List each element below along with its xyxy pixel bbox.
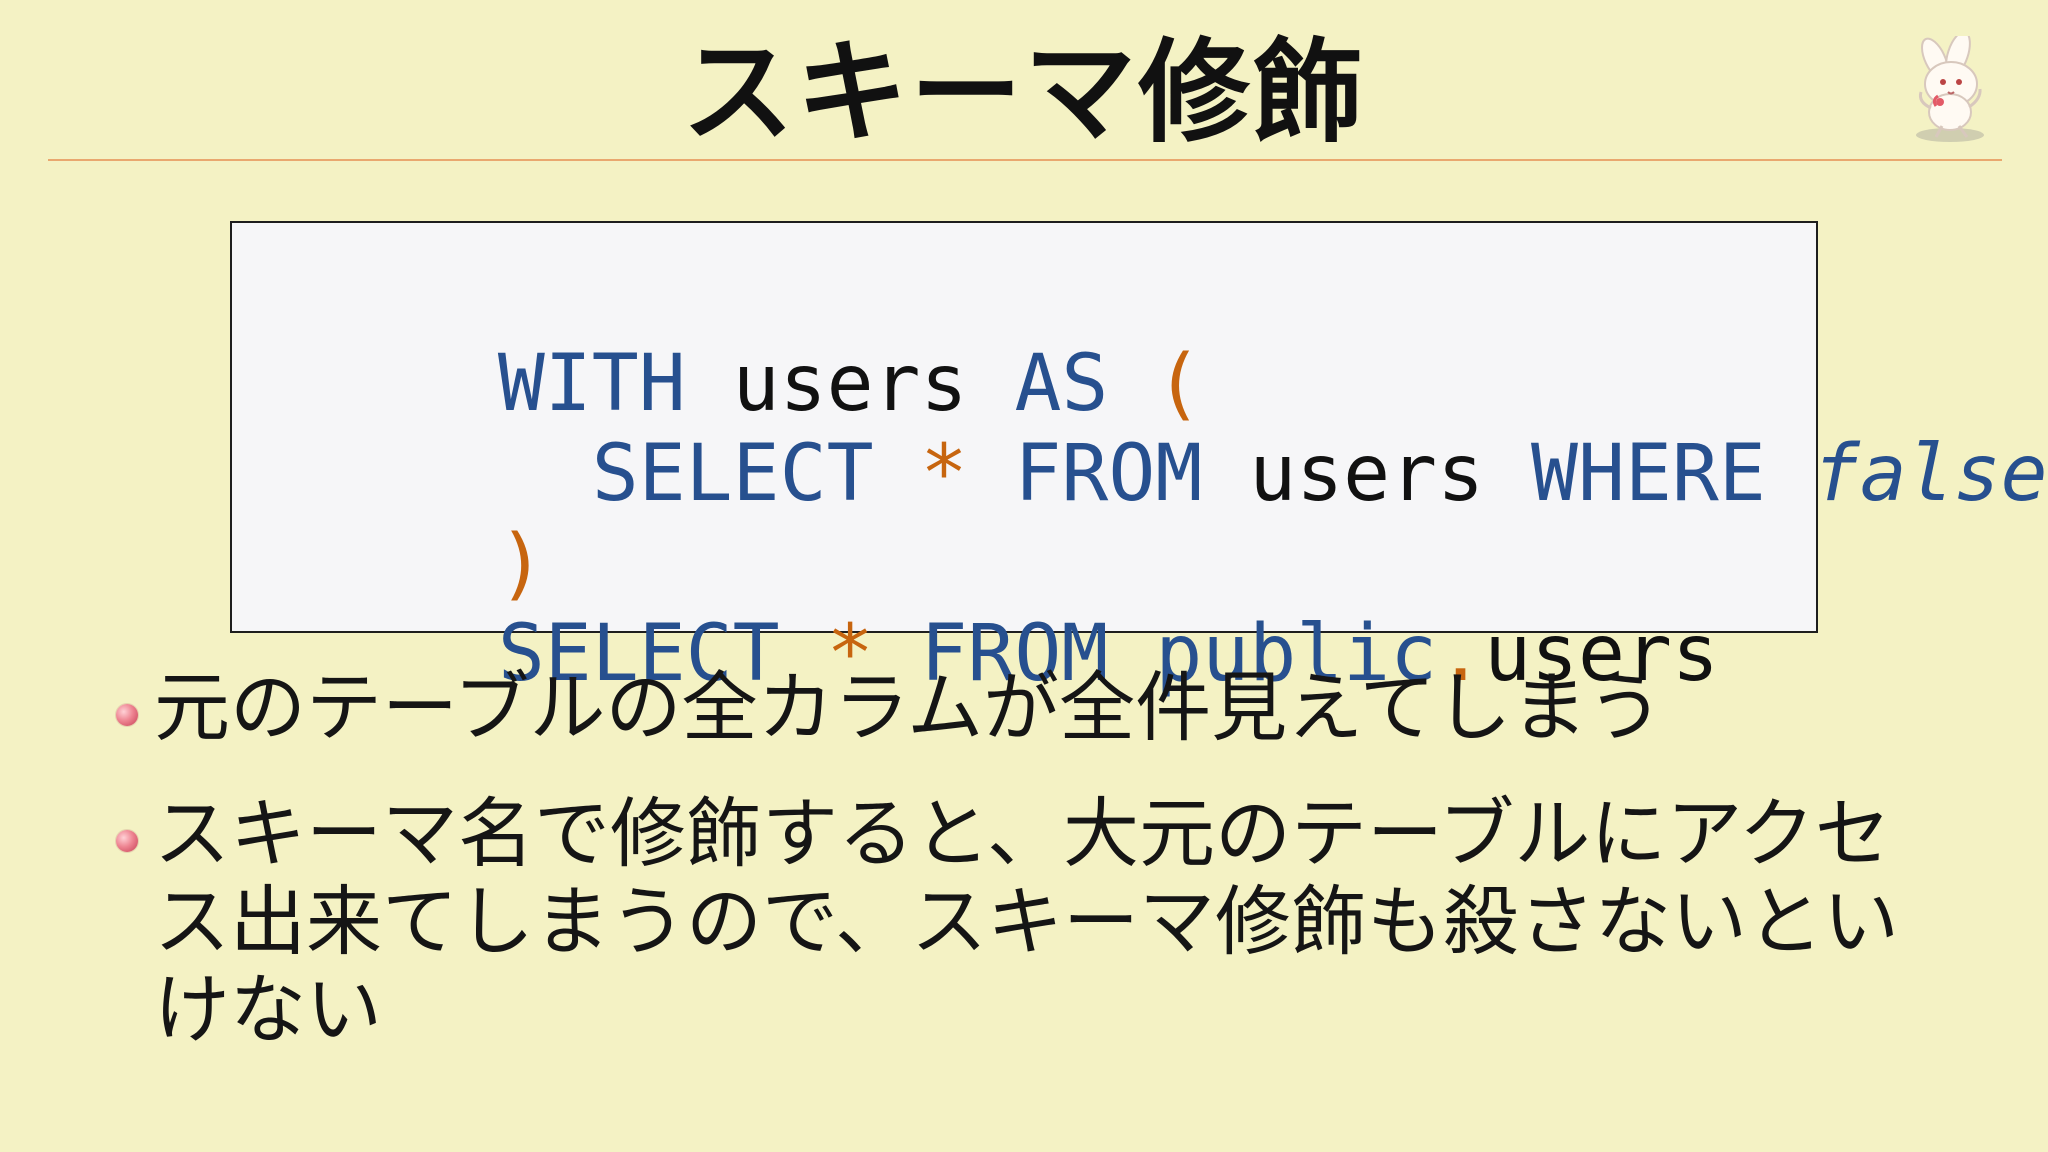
bullet-dot-icon [116, 830, 138, 852]
code-token: false [1812, 429, 2048, 519]
slide-title: スキーマ修飾 [682, 28, 1366, 158]
bullet-text: 元のテーブルの全カラムが全件見えてしまう [154, 663, 1664, 752]
code-token: SELECT [591, 429, 874, 519]
mascot-rabbit [1890, 30, 2010, 148]
bullet-list: 元のテーブルの全カラムが全件見えてしまう スキーマ名で修飾すると、大元のテーブル… [112, 664, 1992, 1054]
bullet-item: 元のテーブルの全カラムが全件見えてしまう [112, 664, 1992, 752]
sql-code-block: WITH users AS ( SELECT * FROM users WHER… [230, 221, 2048, 699]
code-token: WHERE [1531, 429, 1766, 519]
bullet-text: スキーマ名で修飾すると、大元のテーブルにアクセス出来てしまうので、スキーマ修飾も… [154, 789, 1899, 1054]
code-token: * [920, 429, 968, 519]
rabbit-icon [1916, 30, 1984, 142]
bullet-item: スキーマ名で修飾すると、大元のテーブルにアクセス出来てしまうので、スキーマ修飾も… [112, 790, 1992, 1054]
code-token: FROM [1014, 429, 1203, 519]
bullet-dot-icon [116, 704, 138, 726]
title-divider [48, 159, 2002, 161]
code-token: users [1249, 429, 1485, 519]
